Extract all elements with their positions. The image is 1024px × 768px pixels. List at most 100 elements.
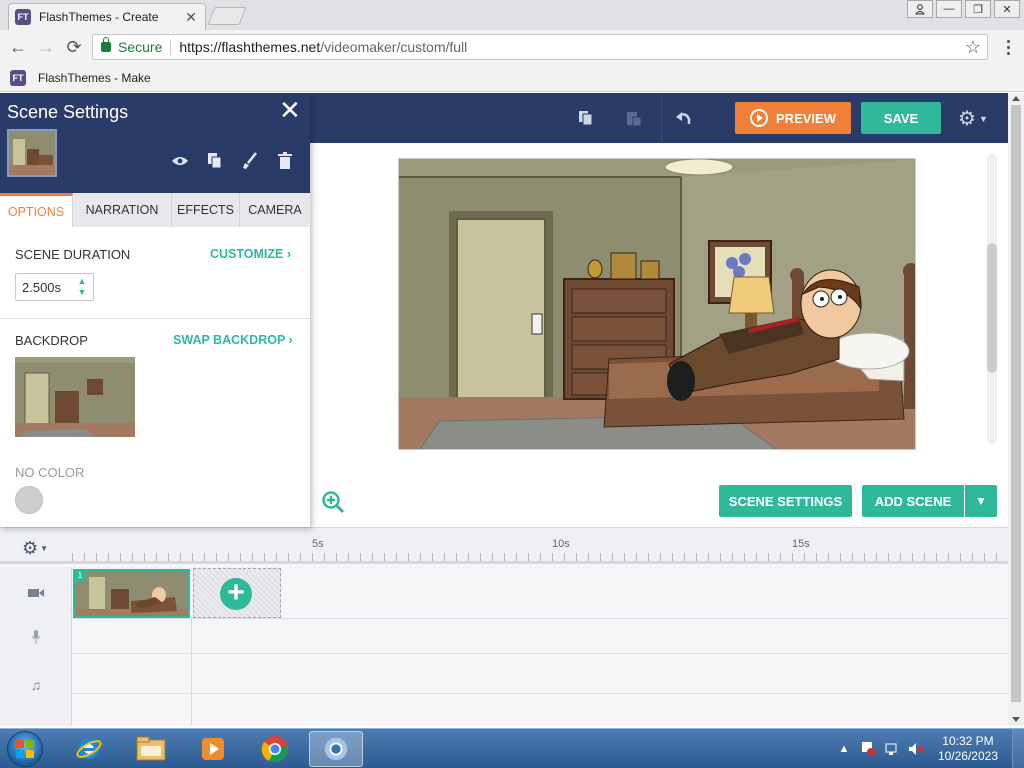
- scene-settings-panel: Scene Settings ✕ OPTIONS NARRATION EFFEC…: [0, 93, 310, 527]
- add-scene-button[interactable]: ADD SCENE: [862, 485, 964, 517]
- scene-stage[interactable]: [398, 158, 916, 450]
- volume-muted-icon[interactable]: [908, 741, 924, 757]
- add-scene-dropdown-icon[interactable]: ▼: [965, 485, 997, 517]
- timeline: ⚙ ▼ 5s 10s 15s ♫ 1 +: [0, 527, 1008, 726]
- user-profile-icon[interactable]: [907, 0, 933, 18]
- window-close-icon[interactable]: ✕: [994, 0, 1020, 18]
- new-tab-button[interactable]: [207, 7, 247, 25]
- bookmark-item[interactable]: FlashThemes - Make: [38, 71, 151, 85]
- scene-number-badge: 1: [75, 571, 85, 581]
- chevron-up-icon[interactable]: ▲: [78, 277, 87, 286]
- flashthemes-favicon-icon: FT: [15, 9, 31, 25]
- file-explorer-icon[interactable]: [124, 731, 178, 767]
- copy-icon[interactable]: [574, 106, 598, 130]
- caret-down-icon: ▼: [40, 544, 49, 553]
- browser-tab-strip: FT FlashThemes - Create ✕ — ❐ ✕: [0, 0, 1024, 30]
- show-desktop-button[interactable]: [1012, 729, 1024, 768]
- preview-button[interactable]: PREVIEW: [735, 102, 851, 134]
- timeline-scene-boundary: [191, 618, 192, 726]
- scene-clip[interactable]: 1: [73, 569, 190, 618]
- scene-duration-stepper[interactable]: 2.500s ▲ ▼: [15, 273, 94, 301]
- gear-icon: ⚙: [958, 108, 976, 130]
- url-field[interactable]: Secure https://flashthemes.net/videomake…: [92, 34, 988, 60]
- undo-icon[interactable]: [672, 106, 696, 130]
- track-divider: [72, 693, 1008, 694]
- chrome-active-window[interactable]: [309, 731, 363, 767]
- track-divider: [72, 653, 1008, 654]
- bookmark-star-icon[interactable]: ☆: [965, 37, 981, 58]
- tab-camera[interactable]: CAMERA: [240, 193, 310, 227]
- duration-value: 2.500s: [22, 279, 62, 295]
- media-player-icon[interactable]: [186, 731, 240, 767]
- zoom-in-icon[interactable]: [321, 490, 345, 514]
- tick-label: 15s: [792, 538, 810, 550]
- system-tray: ▲ 10:32 PM 10/26/2023: [836, 729, 1024, 768]
- clock-time: 10:32 PM: [942, 734, 994, 748]
- scroll-up-icon[interactable]: [1012, 96, 1020, 101]
- window-controls: — ❐ ✕: [904, 0, 1020, 18]
- page-scrollbar[interactable]: [1008, 93, 1024, 726]
- toolbar-divider: [661, 93, 662, 143]
- backdrop-thumbnail[interactable]: [15, 357, 135, 437]
- tab-narration[interactable]: NARRATION: [73, 193, 172, 227]
- page-scrollbar-thumb[interactable]: [1011, 105, 1021, 702]
- chrome-icon[interactable]: [248, 731, 302, 767]
- restore-icon[interactable]: ❐: [965, 0, 991, 18]
- panel-tabs: OPTIONS NARRATION EFFECTS CAMERA: [0, 193, 310, 227]
- tab-options[interactable]: OPTIONS: [0, 193, 73, 227]
- trash-icon[interactable]: [275, 151, 295, 171]
- video-camera-icon: [26, 583, 46, 603]
- microphone-icon: [26, 627, 46, 647]
- save-button[interactable]: SAVE: [861, 102, 941, 134]
- color-swatch[interactable]: [15, 486, 43, 514]
- duplicate-icon[interactable]: [205, 151, 225, 171]
- panel-divider: [0, 318, 310, 319]
- no-color-label: NO COLOR: [15, 465, 85, 480]
- windows-taskbar: ▲ 10:32 PM 10/26/2023: [0, 728, 1024, 768]
- tab-effects[interactable]: EFFECTS: [172, 193, 240, 227]
- chevron-down-icon[interactable]: ▼: [78, 288, 87, 297]
- add-scene-slot[interactable]: +: [193, 568, 281, 618]
- secure-label: Secure: [118, 39, 163, 55]
- scene-clip-thumbnail: [75, 571, 188, 616]
- swap-backdrop-link[interactable]: SWAP BACKDROP ›: [173, 333, 293, 347]
- stage-scrollbar-thumb[interactable]: [987, 243, 997, 373]
- tab-title: FlashThemes - Create: [39, 10, 159, 24]
- url-text: https://flashthemes.net/videomaker/custo…: [179, 39, 965, 55]
- show-hidden-icons-icon[interactable]: ▲: [836, 741, 852, 757]
- scene-thumbnail: [7, 129, 57, 177]
- paste-icon[interactable]: [622, 106, 646, 130]
- stage-scrollbar[interactable]: [987, 153, 997, 445]
- scene-settings-button[interactable]: SCENE SETTINGS: [719, 485, 852, 517]
- network-icon[interactable]: [884, 741, 900, 757]
- close-icon[interactable]: ✕: [279, 97, 301, 123]
- track-divider: [72, 618, 1008, 619]
- settings-menu-button[interactable]: ⚙ ▼: [958, 106, 988, 131]
- tick-label: 10s: [552, 538, 570, 550]
- browser-tab[interactable]: FT FlashThemes - Create ✕: [8, 3, 206, 30]
- minimize-icon[interactable]: —: [936, 0, 962, 18]
- duration-spinner[interactable]: ▲ ▼: [75, 277, 89, 297]
- forward-icon[interactable]: →: [32, 33, 60, 61]
- panel-title: Scene Settings: [7, 102, 129, 122]
- timeline-ruler: ⚙ ▼ 5s 10s 15s: [0, 528, 1008, 564]
- browser-menu-icon[interactable]: [998, 35, 1018, 59]
- plus-icon[interactable]: +: [220, 578, 252, 610]
- scroll-down-icon[interactable]: [1012, 717, 1020, 722]
- url-path: /videomaker/custom/full: [320, 39, 468, 55]
- clock-date: 10/26/2023: [937, 749, 998, 763]
- back-icon[interactable]: ←: [4, 33, 32, 61]
- customize-link[interactable]: CUSTOMIZE ›: [210, 247, 291, 261]
- backdrop-label: BACKDROP: [15, 333, 88, 348]
- timeline-settings-button[interactable]: ⚙ ▼: [22, 538, 48, 559]
- paintbrush-icon[interactable]: [240, 151, 260, 171]
- tab-close-icon[interactable]: ✕: [183, 9, 199, 26]
- reload-icon[interactable]: ⟳: [60, 33, 88, 61]
- taskbar-clock[interactable]: 10:32 PM 10/26/2023: [938, 734, 998, 764]
- url-host: https://flashthemes.net: [179, 39, 321, 55]
- start-button[interactable]: [7, 731, 43, 767]
- internet-explorer-icon[interactable]: [62, 731, 116, 767]
- eye-icon[interactable]: [170, 151, 190, 171]
- preview-label: PREVIEW: [776, 110, 836, 126]
- action-center-icon[interactable]: [860, 741, 876, 757]
